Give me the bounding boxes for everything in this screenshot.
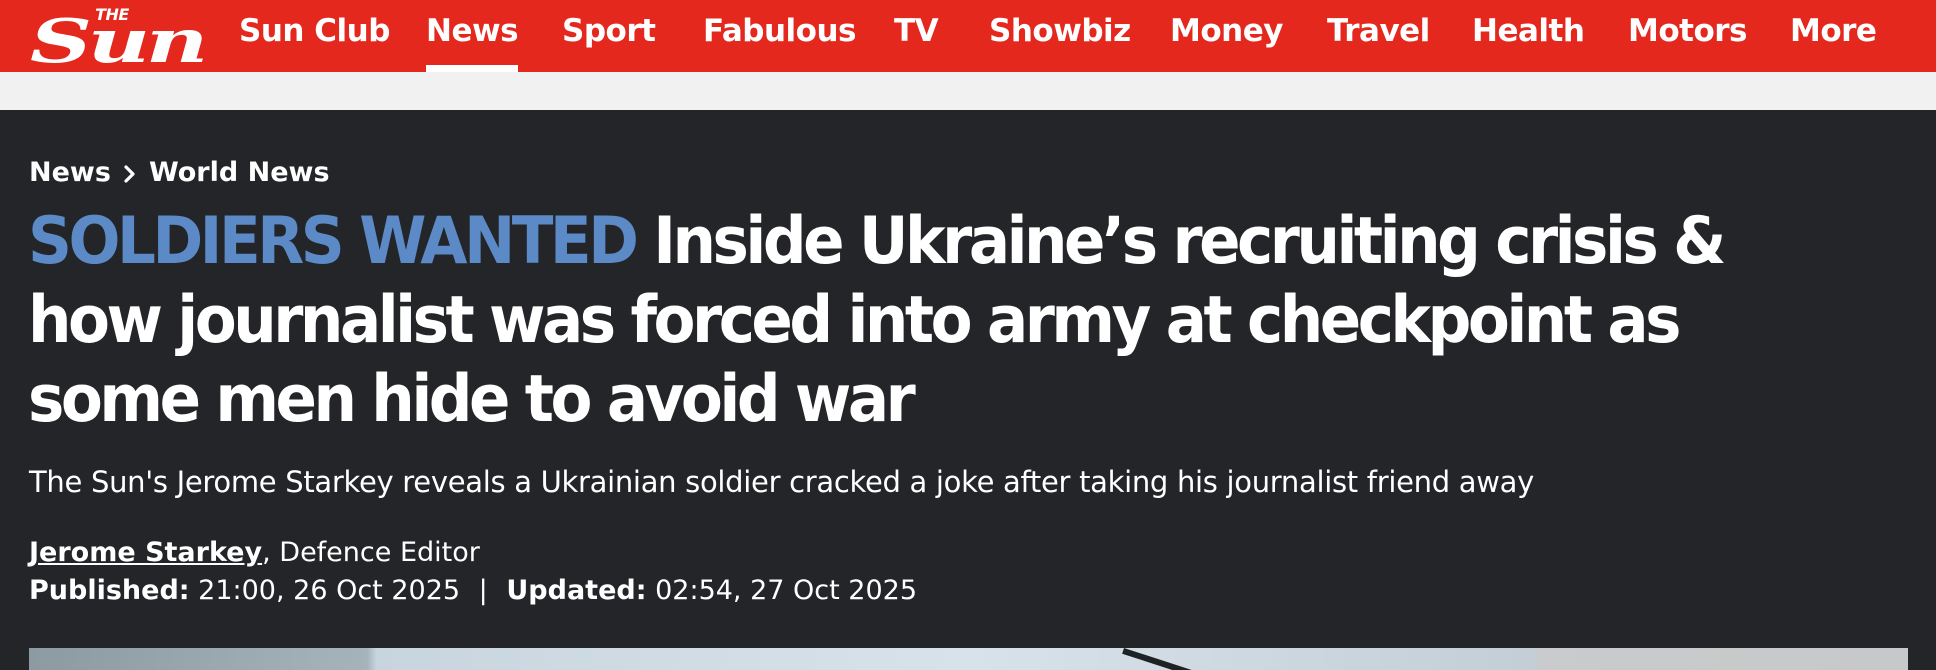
nav-item-health[interactable]: Health [1472,0,1585,72]
nav-item-sport[interactable]: Sport [562,0,656,72]
headline-kicker: SOLDIERS WANTED [28,204,639,279]
nav-item-motors[interactable]: Motors [1628,0,1748,72]
author-link[interactable]: Jerome Starkey [29,537,262,568]
breadcrumb: News World News [29,152,330,192]
article-headline: SOLDIERS WANTED Inside Ukraine’s recruit… [28,202,1795,439]
site-header: THE Sun Sun Club News Sport Fabulous TV … [0,0,1936,72]
published-value: 21:00, 26 Oct 2025 [198,575,461,606]
breadcrumb-item-world-news[interactable]: World News [149,157,330,188]
author-role: , Defence Editor [262,537,480,568]
byline: Jerome Starkey, Defence Editor [29,534,480,572]
hero-image [29,648,1908,670]
article-dates: Published: 21:00, 26 Oct 2025 | Updated:… [29,572,917,610]
article-header: News World News SOLDIERS WANTED Inside U… [0,110,1936,670]
hero-image-detail [1122,648,1201,670]
nav-item-news[interactable]: News [426,0,519,72]
sub-nav-bar [0,72,1936,110]
nav-item-fabulous[interactable]: Fabulous [703,0,856,72]
date-separator: | [478,575,488,606]
nav-item-tv[interactable]: TV [894,0,939,72]
nav-item-travel[interactable]: Travel [1327,0,1430,72]
nav-item-sun-club[interactable]: Sun Club [239,0,390,72]
nav-item-money[interactable]: Money [1170,0,1283,72]
nav-item-more[interactable]: More [1790,0,1877,72]
article-standfirst: The Sun's Jerome Starkey reveals a Ukrai… [29,465,1534,499]
chevron-right-icon [123,161,137,183]
nav-item-showbiz[interactable]: Showbiz [989,0,1131,72]
published-label: Published: [29,575,190,606]
breadcrumb-item-news[interactable]: News [29,157,111,188]
updated-label: Updated: [506,575,647,606]
updated-value: 02:54, 27 Oct 2025 [655,575,918,606]
main-nav: Sun Club News Sport Fabulous TV Showbiz … [0,0,1936,72]
